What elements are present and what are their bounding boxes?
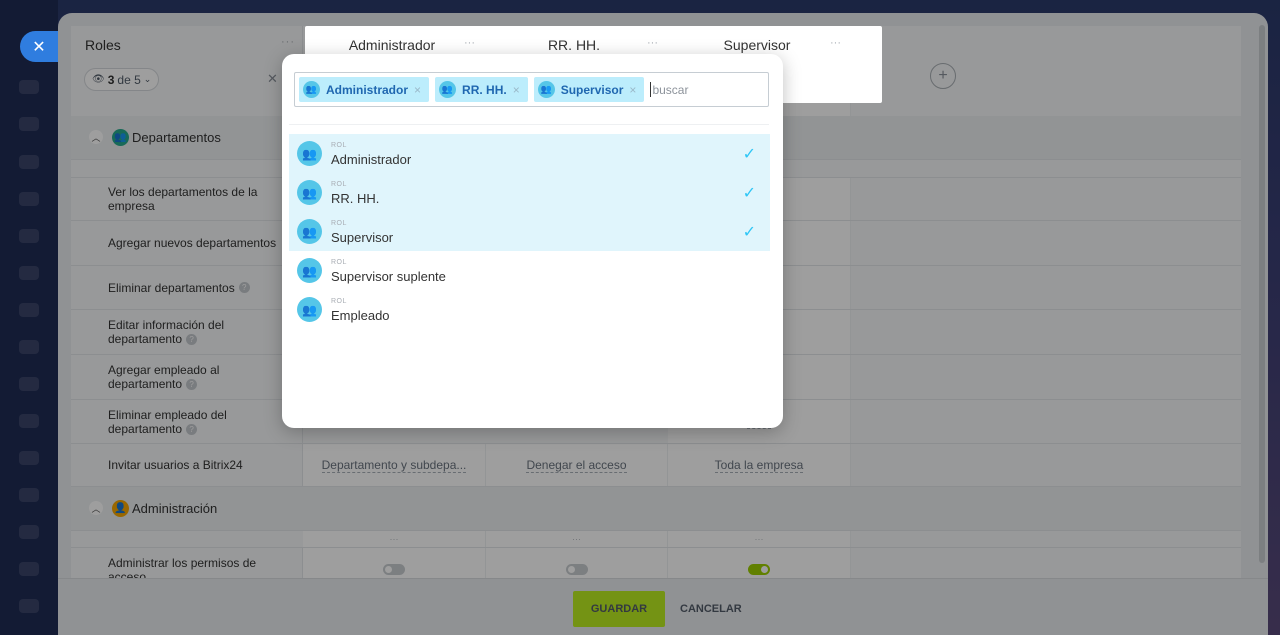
role-option[interactable]: 👥 ROL Administrador ✓ xyxy=(289,134,770,173)
option-kind: ROL xyxy=(331,298,347,305)
group-icon: 👥 xyxy=(537,81,555,98)
column-menu-icon[interactable]: ··· xyxy=(464,37,475,49)
group-icon: 👥 xyxy=(303,81,320,98)
column-title-administrador[interactable]: Administrador xyxy=(305,37,479,53)
role-option[interactable]: 👥 ROL RR. HH. ✓ xyxy=(289,173,770,212)
tag-selector[interactable]: 👥 Administrador × 👥 RR. HH. × 👥 Supervis… xyxy=(294,72,769,107)
remove-tag-icon[interactable]: × xyxy=(513,83,520,97)
selected-tag: 👥 Administrador × xyxy=(299,77,430,102)
group-icon: 👥 xyxy=(297,297,322,322)
role-option[interactable]: 👥 ROL Supervisor suplente xyxy=(289,251,770,290)
option-name: Administrador xyxy=(331,152,412,167)
remove-tag-icon[interactable]: × xyxy=(414,83,421,97)
role-option[interactable]: 👥 ROL Empleado xyxy=(289,290,770,329)
check-icon: ✓ xyxy=(742,185,756,202)
divider xyxy=(289,124,769,125)
tag-label: Administrador xyxy=(326,82,409,97)
remove-tag-icon[interactable]: × xyxy=(629,83,636,97)
group-icon: 👥 xyxy=(297,141,322,166)
role-option[interactable]: 👥 ROL Supervisor ✓ xyxy=(289,212,770,251)
option-name: Supervisor xyxy=(331,230,394,245)
column-title-supervisor[interactable]: Supervisor xyxy=(668,37,846,53)
option-name: RR. HH. xyxy=(331,191,380,206)
group-icon: 👥 xyxy=(297,180,322,205)
option-name: Empleado xyxy=(331,308,390,323)
role-selector-popup: 👥 Administrador × 👥 RR. HH. × 👥 Supervis… xyxy=(282,54,783,428)
column-menu-icon[interactable]: ··· xyxy=(830,37,841,49)
option-name: Supervisor suplente xyxy=(331,269,446,284)
check-icon: ✓ xyxy=(742,224,756,241)
tag-label: Supervisor xyxy=(560,82,624,97)
tag-label: RR. HH. xyxy=(462,82,507,97)
option-kind: ROL xyxy=(331,181,347,188)
check-icon: ✓ xyxy=(742,146,756,163)
group-icon: 👥 xyxy=(439,81,457,98)
selected-tag: 👥 Supervisor × xyxy=(533,77,645,102)
selected-tag: 👥 RR. HH. × xyxy=(435,77,528,102)
group-icon: 👥 xyxy=(297,258,322,283)
group-icon: 👥 xyxy=(297,219,322,244)
column-menu-icon[interactable]: ··· xyxy=(647,37,658,49)
close-icon[interactable]: ✕ xyxy=(20,31,58,62)
search-input[interactable] xyxy=(650,82,741,97)
column-title-rrhh[interactable]: RR. HH. xyxy=(486,37,662,53)
option-kind: ROL xyxy=(331,259,347,266)
option-kind: ROL xyxy=(331,220,347,227)
option-kind: ROL xyxy=(331,142,347,149)
